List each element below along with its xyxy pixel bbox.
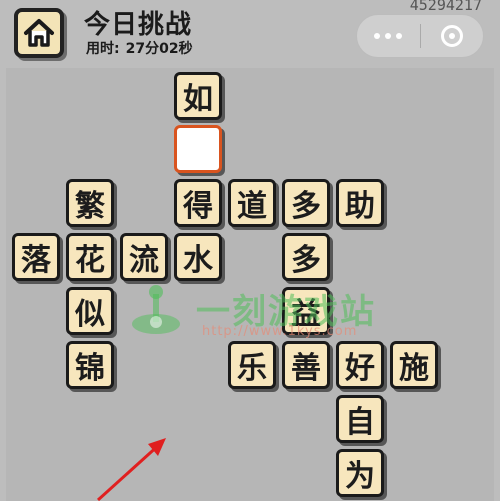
tile-duo[interactable]: 多 xyxy=(282,179,330,227)
elapsed-time: 用时: 27分02秒 xyxy=(86,38,193,58)
tile-yi[interactable]: 益 xyxy=(282,287,330,335)
tile-shui[interactable]: 水 xyxy=(174,233,222,281)
tile-zi[interactable]: 自 xyxy=(336,395,384,443)
top-bar: 今日挑战 用时: 27分02秒 45294217 xyxy=(0,0,500,68)
tile-hao[interactable]: 好 xyxy=(336,341,384,389)
tile-de[interactable]: 得 xyxy=(174,179,222,227)
tile-zhu[interactable]: 助 xyxy=(336,179,384,227)
more-button[interactable] xyxy=(357,15,420,57)
game-id: 45294217 xyxy=(409,0,482,14)
tile-wei[interactable]: 为 xyxy=(336,449,384,497)
tile-hua[interactable]: 花 xyxy=(66,233,114,281)
tile-si[interactable]: 似 xyxy=(66,287,114,335)
tile-luo[interactable]: 落 xyxy=(12,233,60,281)
tile-jin[interactable]: 锦 xyxy=(66,341,114,389)
tile-liu[interactable]: 流 xyxy=(120,233,168,281)
tile-shan[interactable]: 善 xyxy=(282,341,330,389)
home-button[interactable] xyxy=(14,8,64,58)
tile-shi[interactable]: 施 xyxy=(390,341,438,389)
more-dots-icon xyxy=(374,33,403,39)
tile-empty-selected[interactable] xyxy=(174,125,222,173)
tile-ru[interactable]: 如 xyxy=(174,72,222,120)
tile-dao[interactable]: 道 xyxy=(228,179,276,227)
page-title: 今日挑战 xyxy=(84,10,193,40)
home-icon xyxy=(24,19,54,47)
tile-le[interactable]: 乐 xyxy=(228,341,276,389)
close-button[interactable] xyxy=(421,15,484,57)
tile-duo-2[interactable]: 多 xyxy=(282,233,330,281)
puzzle-board xyxy=(6,68,494,501)
timer-value: 27分02秒 xyxy=(125,41,193,57)
tile-fan[interactable]: 繁 xyxy=(66,179,114,227)
target-circle-icon xyxy=(440,25,463,47)
timer-label: 用时: xyxy=(86,41,120,57)
mini-program-capsule xyxy=(356,14,484,58)
